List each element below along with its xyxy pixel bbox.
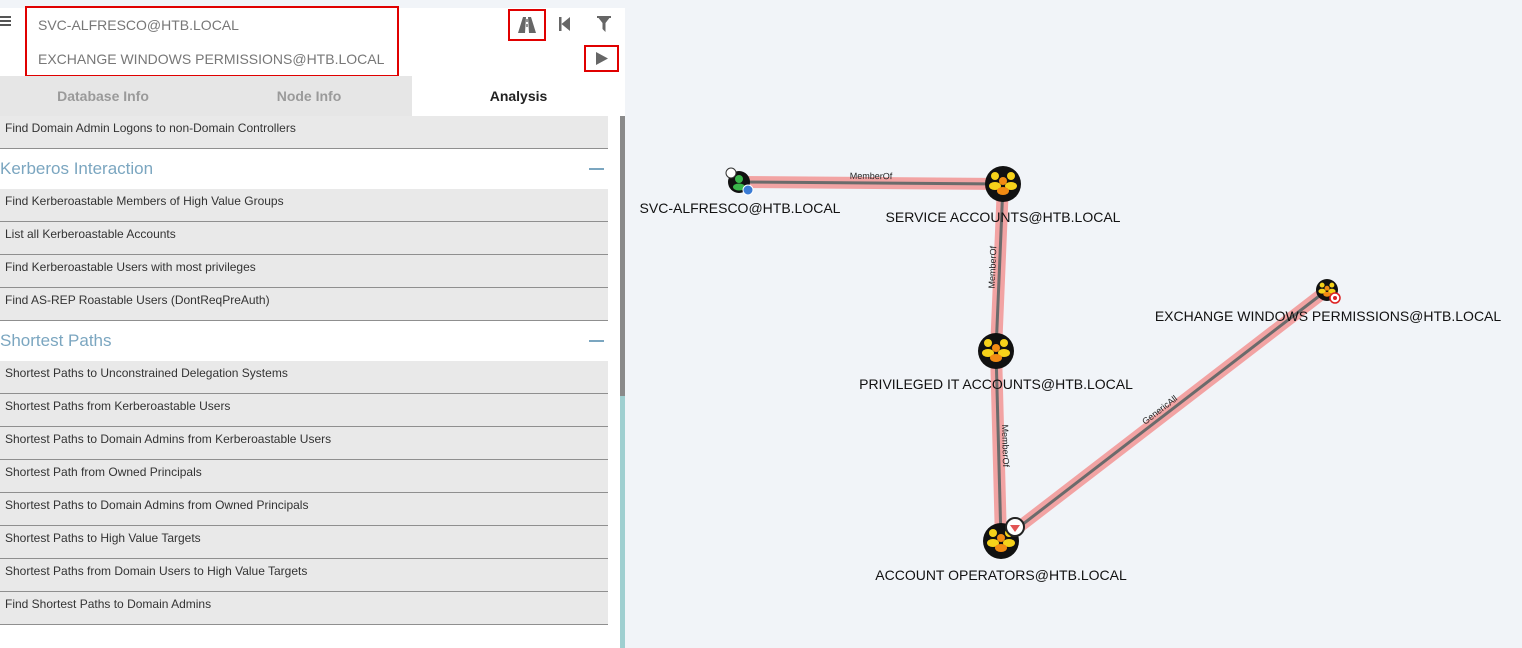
back-button[interactable]	[547, 9, 583, 39]
node-svc[interactable]	[725, 167, 754, 196]
node-label-svc: SVC-ALFRESCO@HTB.LOCAL	[639, 200, 841, 216]
node-label-ewp: EXCHANGE WINDOWS PERMISSIONS@HTB.LOCAL	[1154, 308, 1502, 324]
query-item[interactable]: Find Shortest Paths to Domain Admins	[0, 592, 608, 625]
edge-ao-ewp[interactable]: GenericAll	[995, 284, 1333, 547]
road-icon	[518, 17, 536, 33]
node-sa[interactable]	[985, 166, 1021, 202]
edge-label: MemberOf	[1000, 424, 1011, 467]
collapse-icon[interactable]	[589, 168, 604, 170]
query-item[interactable]: Shortest Paths to Domain Admins from Own…	[0, 493, 608, 526]
query-item[interactable]: Shortest Path from Owned Principals	[0, 460, 608, 493]
pathfinding-button[interactable]	[508, 9, 546, 41]
query-item[interactable]: Find AS-REP Roastable Users (DontReqPreA…	[0, 288, 608, 321]
query-item[interactable]: Find Domain Admin Logons to non-Domain C…	[0, 116, 608, 149]
edge-label: MemberOf	[987, 245, 999, 288]
filter-button[interactable]	[586, 9, 622, 39]
section-title: Shortest Paths	[0, 331, 112, 350]
query-item[interactable]: Find Kerberoastable Users with most priv…	[0, 255, 608, 288]
node-pit[interactable]	[978, 333, 1014, 369]
top-strip	[0, 0, 625, 8]
graph-canvas[interactable]: MemberOf MemberOf MemberOf GenericAll SVC-A…	[625, 0, 1522, 648]
hamburger-menu-icon[interactable]	[0, 14, 14, 32]
node-label-pit: PRIVILEGED IT ACCOUNTS@HTB.LOCAL	[859, 376, 1133, 392]
skull-icon	[725, 167, 737, 179]
query-item[interactable]: Shortest Paths from Kerberoastable Users	[0, 394, 608, 427]
play-icon	[595, 52, 608, 65]
owned-icon	[742, 184, 754, 196]
query-item[interactable]: Shortest Paths from Domain Users to High…	[0, 559, 608, 592]
section-kerberos-interaction[interactable]: Kerberos Interaction	[0, 149, 608, 189]
target-node-input[interactable]: EXCHANGE WINDOWS PERMISSIONS@HTB.LOCAL	[28, 44, 398, 74]
query-item[interactable]: List all Kerberoastable Accounts	[0, 222, 608, 255]
node-label-ao: ACCOUNT OPERATORS@HTB.LOCAL	[875, 567, 1127, 583]
section-title: Kerberos Interaction	[0, 159, 154, 178]
left-panel: SVC-ALFRESCO@HTB.LOCAL EXCHANGE WINDOWS …	[0, 0, 625, 648]
panel-tabs: Database Info Node Info Analysis	[0, 76, 625, 116]
query-item[interactable]: Shortest Paths to Unconstrained Delegati…	[0, 361, 608, 394]
edge-svc-sa[interactable]: MemberOf	[733, 171, 1009, 190]
collapse-icon[interactable]	[589, 340, 604, 342]
filter-icon	[597, 16, 611, 32]
query-item[interactable]: Shortest Paths to High Value Targets	[0, 526, 608, 559]
step-backward-icon	[559, 17, 570, 31]
section-shortest-paths[interactable]: Shortest Paths	[0, 321, 608, 361]
node-label-sa: SERVICE ACCOUNTS@HTB.LOCAL	[885, 209, 1121, 225]
play-button[interactable]	[584, 45, 619, 72]
start-node-input[interactable]: SVC-ALFRESCO@HTB.LOCAL	[28, 10, 398, 40]
query-item[interactable]: Shortest Paths to Domain Admins from Ker…	[0, 427, 608, 460]
graph-svg: MemberOfMemberOfMemberOfGenericAll	[725, 166, 1341, 559]
node-ao[interactable]	[983, 517, 1025, 559]
analysis-query-list: Find Domain Admin Logons to non-Domain C…	[0, 116, 608, 648]
edge-label: MemberOf	[850, 171, 893, 181]
tab-analysis[interactable]: Analysis	[412, 76, 625, 116]
tab-node-info[interactable]: Node Info	[206, 76, 412, 116]
tab-database-info[interactable]: Database Info	[0, 76, 206, 116]
query-item[interactable]: Find Kerberoastable Members of High Valu…	[0, 189, 608, 222]
